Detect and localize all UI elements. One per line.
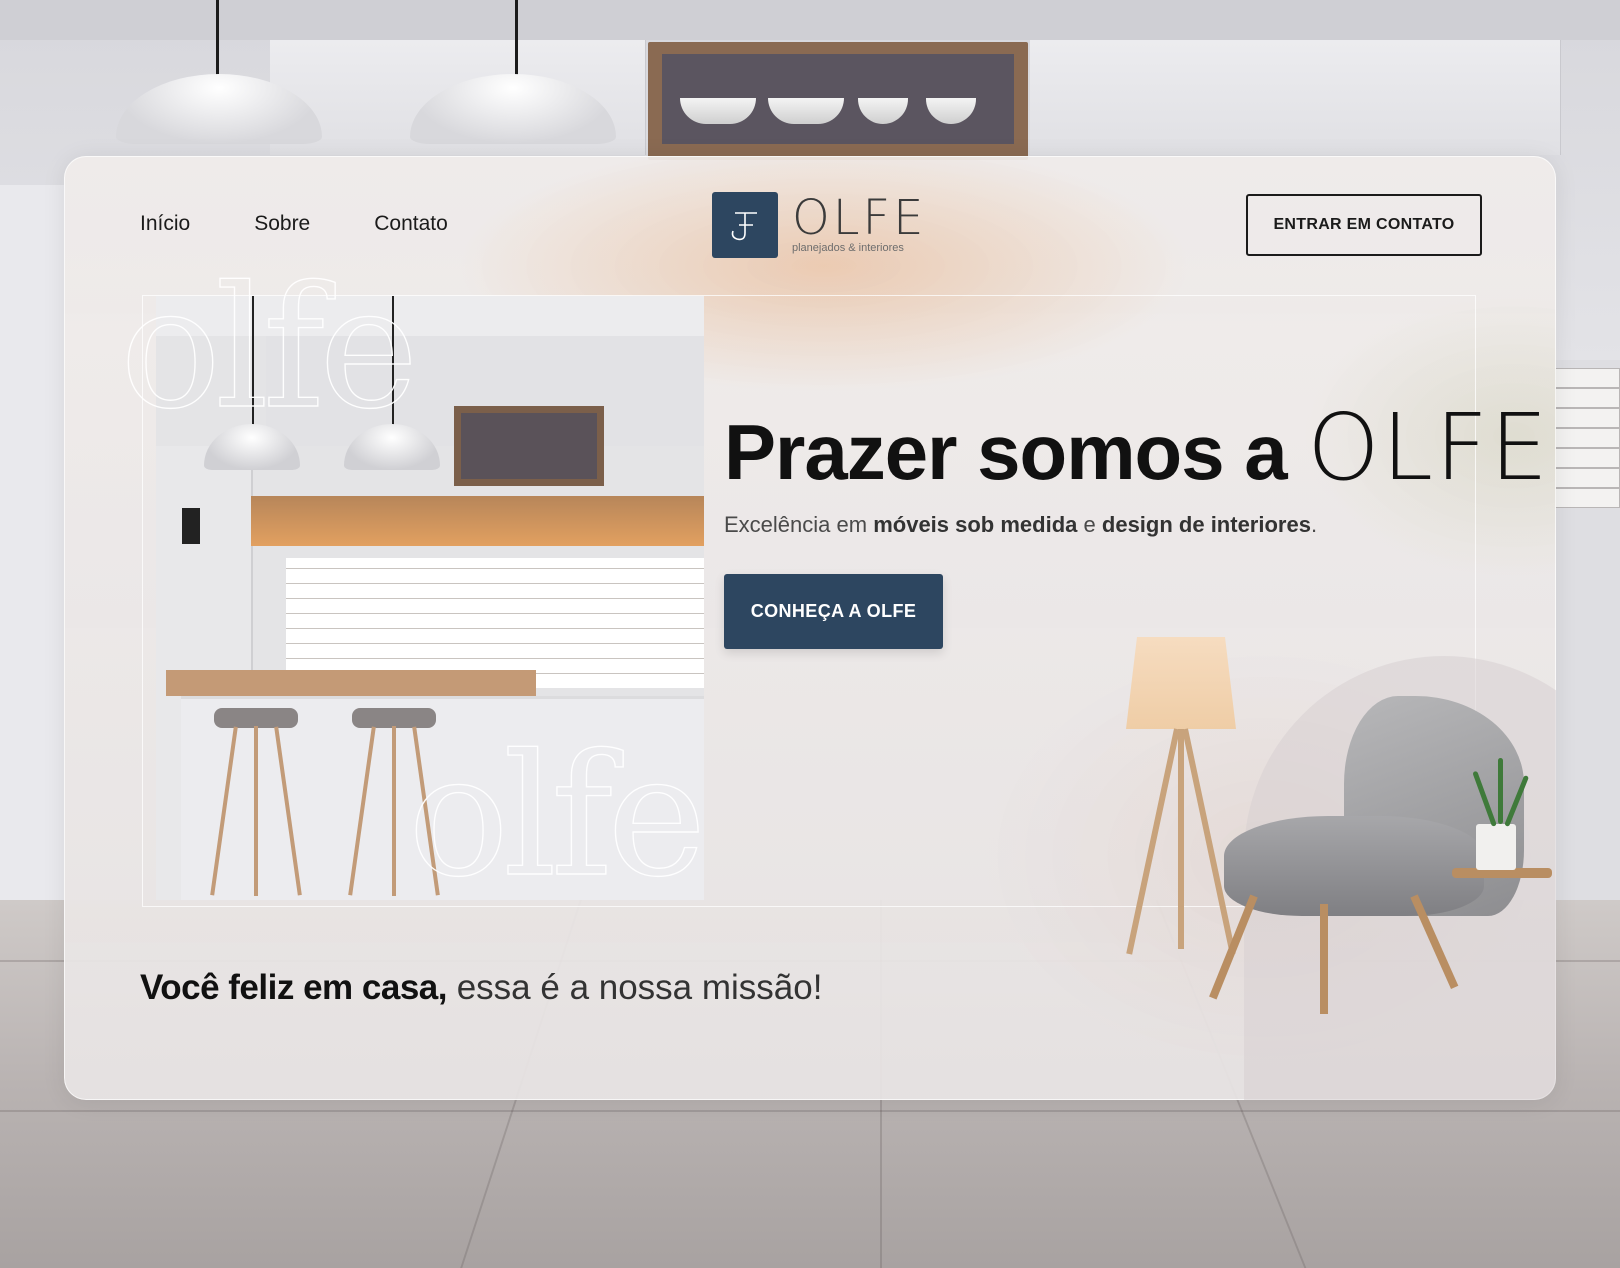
background-ceiling bbox=[0, 0, 1620, 40]
hero-headline: Prazer somos a OLFE bbox=[724, 394, 1550, 501]
main-nav: Início Sobre Contato bbox=[140, 212, 448, 236]
floor-lamp-leg bbox=[1178, 729, 1184, 949]
hero-subtitle: Excelência em móveis sob medida e design… bbox=[724, 512, 1317, 538]
subtitle-text: Excelência em bbox=[724, 512, 868, 537]
pendant-cord bbox=[216, 0, 219, 80]
watermark-text: olfe bbox=[407, 718, 707, 914]
headline-bold: Prazer somos a bbox=[724, 408, 1288, 496]
armchair-seat bbox=[1224, 816, 1484, 916]
mission-bold: Você feliz em casa, bbox=[140, 968, 447, 1007]
nav-link-sobre[interactable]: Sobre bbox=[254, 212, 310, 236]
background-cabinet bbox=[1240, 40, 1561, 155]
contact-button[interactable]: ENTRAR EM CONTATO bbox=[1246, 194, 1482, 256]
floor-lamp-shade bbox=[1126, 637, 1236, 729]
landing-card: Início Sobre Contato OLFE planejados & i… bbox=[64, 156, 1556, 1100]
nav-link-contato[interactable]: Contato bbox=[374, 212, 448, 236]
plant-leaf bbox=[1498, 758, 1503, 824]
mission-tagline: Você feliz em casa, essa é a nossa missã… bbox=[140, 968, 822, 1008]
watermark-text: olfe bbox=[119, 250, 419, 446]
background-cabinet bbox=[1030, 40, 1241, 155]
subtitle-highlight: design de interiores bbox=[1101, 512, 1311, 537]
subtitle-highlight: móveis sob medida bbox=[873, 512, 1078, 537]
background-open-shelf bbox=[648, 42, 1028, 160]
subtitle-text: e bbox=[1083, 512, 1096, 537]
nav-link-inicio[interactable]: Início bbox=[140, 212, 190, 236]
plant-pot bbox=[1476, 824, 1516, 870]
subtitle-text: . bbox=[1310, 512, 1318, 537]
logo-name: OLFE bbox=[792, 190, 927, 246]
pendant-cord bbox=[515, 0, 518, 80]
discover-olfe-button[interactable]: CONHEÇA A OLFE bbox=[724, 574, 943, 649]
headline-brand: OLFE bbox=[1307, 394, 1551, 501]
armchair-leg bbox=[1320, 904, 1328, 1014]
mission-rest: essa é a nossa missão! bbox=[456, 968, 823, 1007]
logo-monogram-icon bbox=[712, 192, 778, 258]
background-fridge bbox=[0, 185, 65, 905]
brand-logo[interactable]: OLFE planejados & interiores bbox=[712, 192, 926, 258]
